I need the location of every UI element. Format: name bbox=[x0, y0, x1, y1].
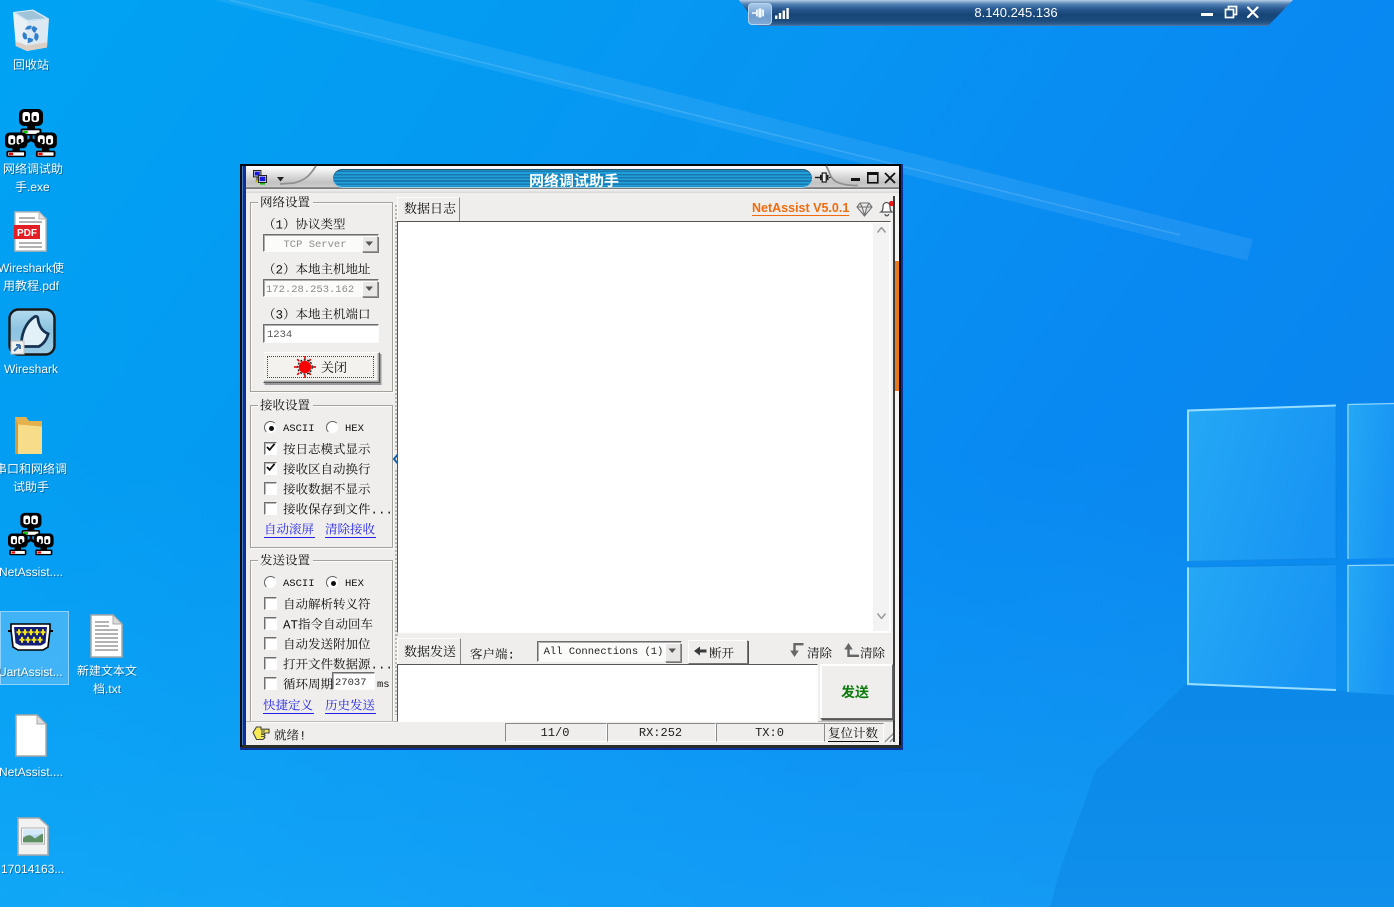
svg-text:PDF: PDF bbox=[17, 228, 37, 239]
